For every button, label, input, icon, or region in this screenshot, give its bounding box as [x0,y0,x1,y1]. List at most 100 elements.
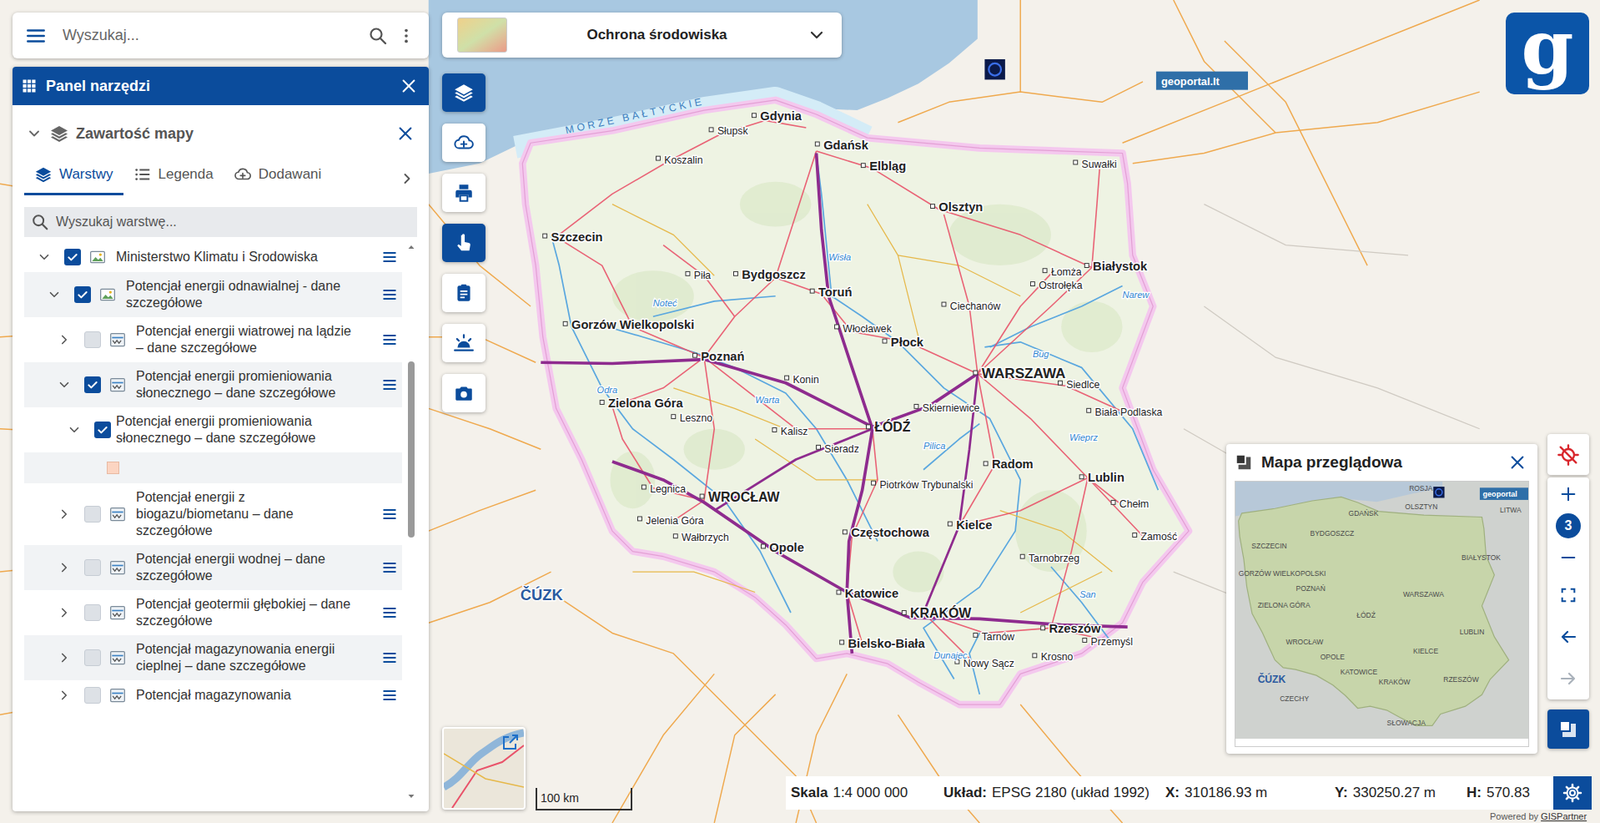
layer-row[interactable]: Potencjał magazynowania energii cieplnej… [24,634,403,680]
expand-toggle[interactable] [55,376,73,393]
layer-checkbox[interactable] [84,558,101,576]
geoportal-badge-text: geoportal.lt [1161,75,1221,88]
cloud-add-tool-button[interactable] [442,123,486,162]
section-toggle[interactable] [24,123,45,144]
check-icon [85,377,100,392]
status-item: Skala1:4 000 000 [790,781,944,804]
overview-toggle-button[interactable] [1547,709,1590,749]
horizon-icon [452,332,475,354]
status-label: Y: [1334,781,1349,804]
tab-label: Warstwy [59,163,114,186]
layer-menu-button[interactable] [378,558,401,577]
layer-checkbox[interactable] [74,286,91,303]
fullscreen-button[interactable] [1547,573,1590,616]
geolocation-button[interactable] [1547,433,1590,475]
city-label: Gdynia [759,109,803,123]
theme-select[interactable]: Ochrona środowiska [442,12,842,58]
more-button[interactable] [395,23,418,49]
tab[interactable]: Warstwy [24,158,124,196]
basemap-switcher[interactable] [442,726,526,810]
layer-row[interactable]: Potencjał energii odnawialnej - dane szc… [24,271,403,317]
expand-toggle[interactable] [55,603,73,621]
layer-row[interactable]: Potencjał energii promieniowania słonecz… [24,407,403,453]
section-close-button[interactable] [393,121,418,146]
layer-menu-button[interactable] [378,504,401,524]
overview-panel: Mapa przeglądowageoportalČÚZKGDAŃSKOLSZT… [1226,443,1538,754]
layer-checkbox[interactable] [84,505,101,523]
expand-toggle[interactable] [55,331,73,348]
layer-row[interactable]: Potencjał magazynowania [24,679,403,710]
layer-checkbox[interactable] [84,331,101,348]
open-basemaps[interactable] [500,731,521,752]
layer-row[interactable]: Potencjał energii z biogazu/biometanu – … [24,483,403,545]
expand-toggle[interactable] [55,649,73,666]
layers-tool-button[interactable] [442,73,486,112]
layer-menu-button[interactable] [378,685,401,705]
expand-toggle[interactable] [55,505,73,523]
settings-button[interactable] [1553,775,1592,810]
expand-toggle[interactable] [55,558,73,576]
menu-button[interactable] [24,24,48,48]
layer-menu-button[interactable] [378,247,401,267]
history-forward-button[interactable] [1547,657,1590,700]
map-labels: GdyniaGdańskElblągSłupskKoszalinSzczecin… [520,71,1248,670]
city-label: Bydgoszcz [741,267,806,282]
expand-toggle[interactable] [45,286,63,303]
tab[interactable]: Legenda [123,158,224,196]
layer-menu-button[interactable] [378,648,401,667]
expand-toggle[interactable] [65,421,83,438]
panel-close-button[interactable] [397,74,421,98]
layer-search-input[interactable] [55,211,411,232]
geoportal-logo[interactable]: g [1505,12,1590,95]
overview-label: RZESZÓW [1443,674,1479,684]
layer-tree: Ministerstwo Klimatu i SrodowiskaPotencj… [24,241,418,802]
city-label: WROCŁAW [708,489,780,504]
layer-checkbox[interactable] [64,248,81,266]
layer-label: Potencjał magazynowania [135,686,379,704]
layer-row[interactable]: Potencjał energii wiatrowej na lądzie – … [24,316,403,363]
camera-tool-button[interactable] [442,373,486,413]
layer-menu-button[interactable] [378,603,401,622]
gispartner-link[interactable]: GISPartner [1540,810,1587,822]
horizon-tool-button[interactable] [442,323,486,363]
chevron-right-icon [56,506,72,522]
layer-menu-button[interactable] [378,375,401,394]
expand-toggle[interactable] [55,686,73,704]
history-back-button[interactable] [1547,615,1590,658]
layer-checkbox[interactable] [84,603,101,621]
more-icon [397,26,416,46]
print-tool-button[interactable] [442,173,486,212]
touch-tool-button[interactable] [442,223,486,262]
layer-menu-button[interactable] [378,330,401,349]
legend-row[interactable] [24,452,403,484]
city-label: Piła [694,269,712,282]
layer-label: Potencjał magazynowania energii cieplnej… [135,640,379,675]
tab[interactable]: Dodawani [223,158,333,196]
overview-label: ZIELONA GÓRA [1257,600,1311,609]
overview-label: WROCŁAW [1286,637,1324,646]
city-label: Siedlce [1066,378,1100,391]
layer-menu-button[interactable] [378,285,401,304]
layer-checkbox[interactable] [84,376,101,393]
scrollbar-track[interactable] [407,254,415,790]
layer-row[interactable]: Potencjał energii promieniowania słonecz… [24,362,403,408]
zoom-in-button[interactable] [1547,477,1590,511]
overview-close-button[interactable] [1505,450,1530,474]
layer-row[interactable]: Potencjał geotermii głębokiej – dane szc… [24,589,403,635]
zoom-out-button[interactable] [1547,540,1590,574]
expand-toggle[interactable] [35,248,53,266]
scrollbar[interactable] [405,241,418,802]
layer-checkbox[interactable] [94,421,111,438]
overview-map[interactable]: geoportalČÚZKGDAŃSKOLSZTYNROSJALITWASZCZ… [1234,480,1530,747]
search-button[interactable] [365,23,391,49]
layer-checkbox[interactable] [84,686,101,704]
layer-row[interactable]: Potencjał energii wodnej – dane szczegół… [24,544,403,590]
scrollbar-thumb[interactable] [407,361,415,538]
tabs-next-button[interactable] [397,161,418,196]
overview-canvas[interactable]: geoportalČÚZKGDAŃSKOLSZTYNROSJALITWASZCZ… [1235,481,1529,739]
service-layer-icon [109,331,126,348]
search-input[interactable] [62,24,366,47]
clipboard-tool-button[interactable] [442,273,486,312]
layer-row[interactable]: Ministerstwo Klimatu i Srodowiska [24,241,403,272]
layer-checkbox[interactable] [84,649,101,666]
